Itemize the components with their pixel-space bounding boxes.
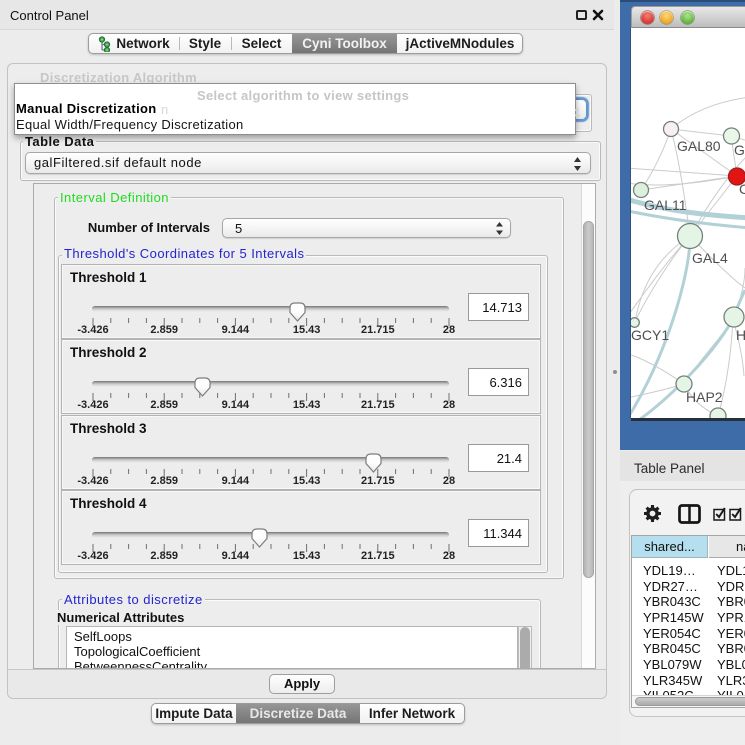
svg-text:H: H	[736, 327, 745, 343]
svg-text:GAL11: GAL11	[644, 197, 687, 213]
svg-text:GA: GA	[734, 142, 745, 158]
svg-text:GCY1: GCY1	[631, 327, 669, 343]
svg-text:C: C	[739, 181, 745, 197]
svg-text:GAL80: GAL80	[677, 138, 721, 154]
svg-text:GAL4: GAL4	[692, 250, 728, 266]
svg-text:HAP2: HAP2	[686, 389, 723, 405]
